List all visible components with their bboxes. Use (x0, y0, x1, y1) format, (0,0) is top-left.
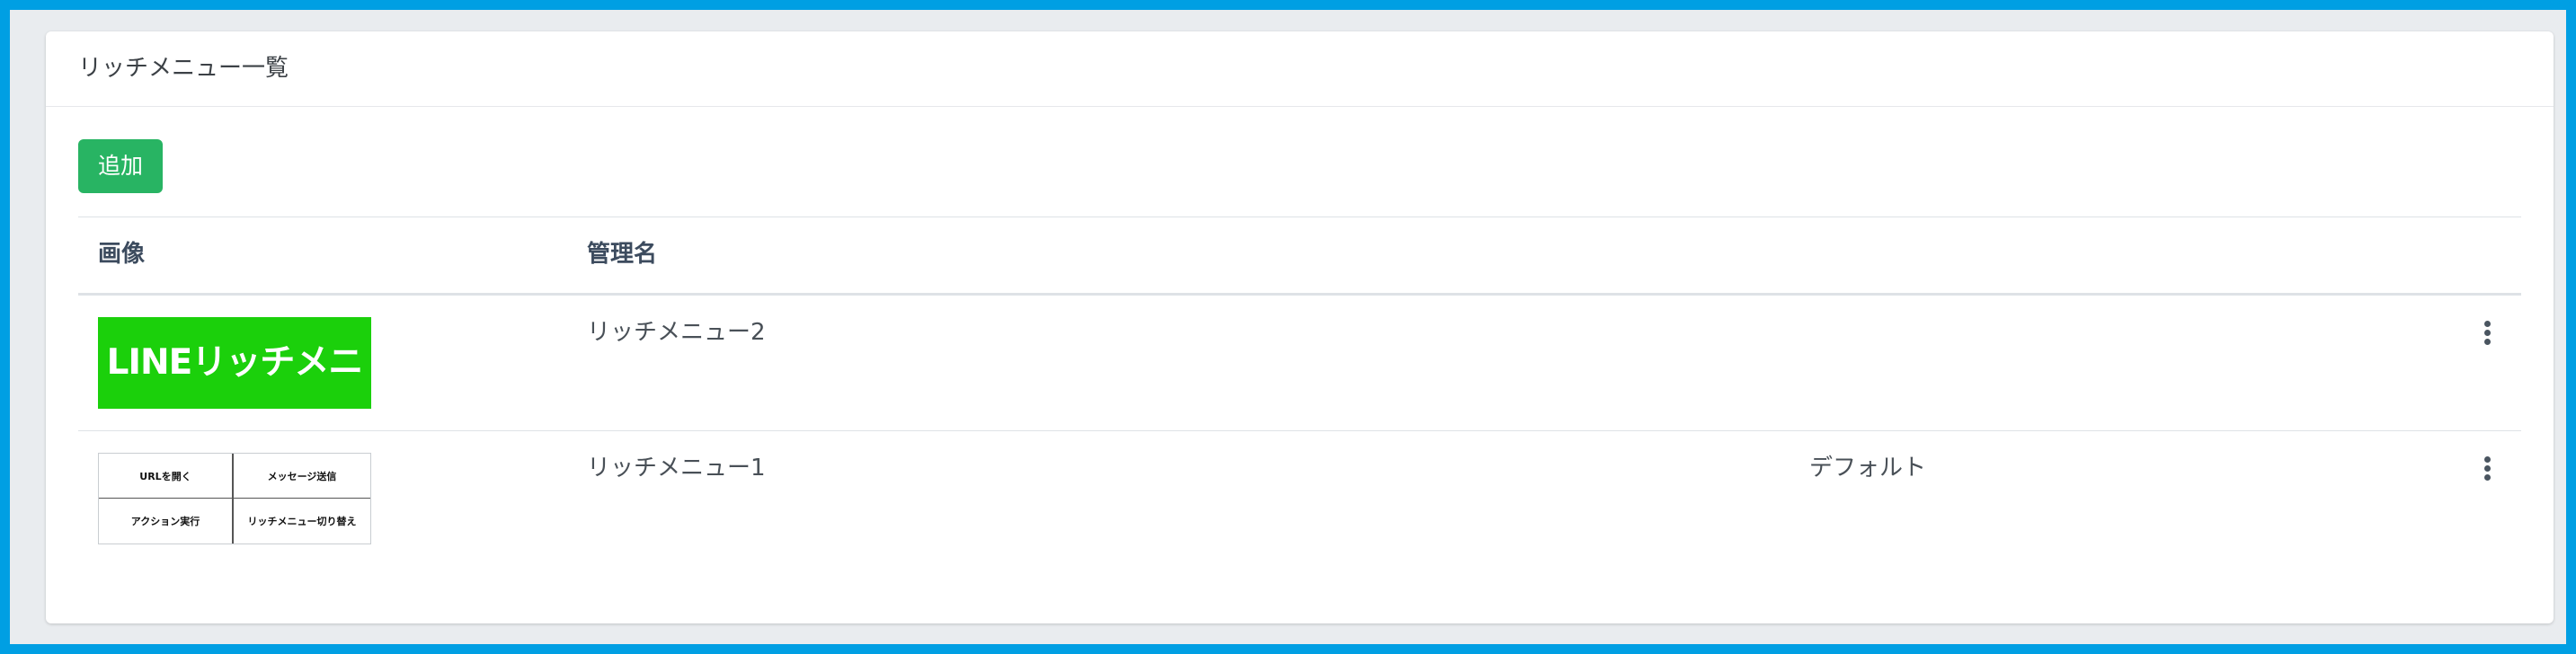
rich-menu-table: 画像 管理名 LINEリッチメニュー リッチメニュー2 URLを開く メッセージ… (78, 217, 2521, 566)
add-button[interactable]: 追加 (78, 139, 163, 193)
thumbnail-cell: リッチメニュー切り替え (247, 516, 357, 527)
column-header-name: 管理名 (587, 241, 658, 268)
thumbnail-cell: メッセージ送信 (234, 454, 370, 499)
rich-menu-list-card: リッチメニュー一覧 追加 画像 管理名 LINEリッチメニュー リッチメニュー2… (46, 31, 2554, 623)
thumbnail-cell: URLを開く (99, 454, 234, 499)
kebab-vertical-icon[interactable] (2478, 321, 2496, 349)
table-header: 画像 管理名 (78, 217, 2521, 296)
app-frame: リッチメニュー一覧 追加 画像 管理名 LINEリッチメニュー リッチメニュー2… (10, 10, 2566, 644)
rich-menu-thumbnail[interactable]: URLを開く メッセージ送信 アクション実行 リッチメニュー切り替え (98, 453, 371, 544)
rich-menu-thumbnail[interactable]: LINEリッチメニュー (98, 317, 371, 474)
thumbnail-cell: アクション実行 (99, 499, 234, 544)
table-row: URLを開く メッセージ送信 アクション実行 リッチメニュー切り替え リッチメニ… (78, 431, 2521, 566)
column-header-image: 画像 (98, 241, 146, 268)
kebab-vertical-icon[interactable] (2478, 456, 2496, 485)
rich-menu-name: リッチメニュー2 (587, 319, 766, 346)
card-header: リッチメニュー一覧 (46, 31, 2554, 107)
page-title: リッチメニュー一覧 (78, 55, 289, 82)
rich-menu-name: リッチメニュー1 (587, 455, 766, 482)
table-row: LINEリッチメニュー リッチメニュー2 (78, 296, 2521, 474)
status-label: デフォルト (1809, 455, 1927, 482)
